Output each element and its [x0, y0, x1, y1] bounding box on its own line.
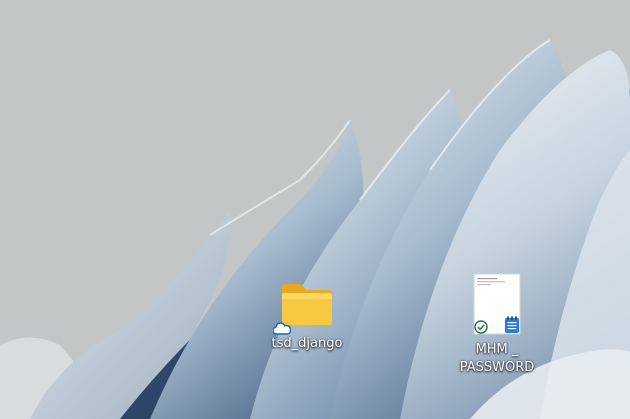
desktop-icon-mhm-password[interactable]: MHM _ PASSWORD — [452, 273, 542, 377]
notepad-icon — [505, 316, 519, 333]
desktop-icon-label: MHM _ PASSWORD — [459, 342, 535, 375]
desktop-icon-label: tsd_django — [271, 336, 343, 351]
synced-check-icon — [474, 320, 488, 334]
cloud-icon — [273, 322, 291, 335]
desktop[interactable]: tsd_django MHM _ PASSWORD — [0, 0, 630, 419]
text-document-icon[interactable] — [473, 273, 521, 335]
folder-icon[interactable] — [273, 281, 335, 335]
desktop-icon-tsd-django[interactable]: tsd_django — [262, 281, 352, 353]
